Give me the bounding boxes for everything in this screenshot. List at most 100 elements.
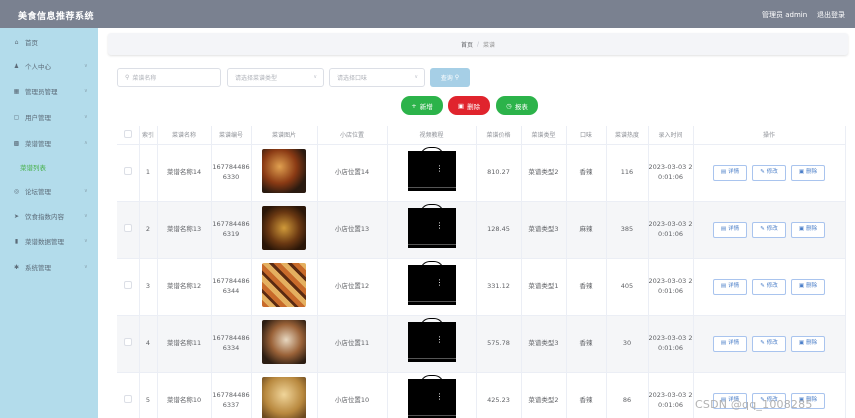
sidebar-item-label: 首页	[25, 39, 38, 47]
row-delete-button[interactable]: ▣ 删除	[791, 278, 825, 295]
taste-select[interactable]: 请选择口味 ∨	[329, 68, 425, 87]
chevron-down-icon: ∨	[313, 74, 317, 80]
detail-icon: ▤	[720, 169, 727, 176]
edit-label: 修改	[766, 169, 778, 176]
breadcrumb: 首页 / 菜谱	[108, 33, 848, 55]
cell-location: 小店位置12	[317, 258, 388, 316]
col-header: 录入时间	[648, 126, 694, 145]
cell-code: 1677844866334	[211, 315, 252, 373]
logout-link[interactable]: 退出登录	[817, 10, 845, 20]
row-delete-button[interactable]: ▣ 删除	[791, 335, 825, 352]
cell-index: 5	[139, 372, 158, 418]
delete-button[interactable]: ▣ 删除	[448, 96, 490, 115]
table-row: 1 菜谱名称14 1677844866330 小店位置14 ⋮ 810.27 菜…	[117, 144, 846, 202]
recipe-image[interactable]	[262, 262, 306, 307]
edit-button[interactable]: ✎ 修改	[752, 221, 786, 238]
app-title: 美食信息推荐系统	[18, 12, 95, 22]
cell-heat: 385	[606, 201, 649, 259]
row-checkbox[interactable]	[117, 201, 140, 259]
col-header: 索引	[139, 126, 158, 145]
row-checkbox[interactable]	[117, 372, 140, 418]
edit-button[interactable]: ✎ 修改	[752, 278, 786, 295]
cell-type: 菜谱类型3	[521, 201, 567, 259]
chevron-down-icon: ∨	[84, 63, 88, 69]
recipe-image[interactable]	[262, 148, 306, 193]
chevron-down-icon: ∨	[414, 74, 418, 80]
more-options-icon[interactable]: ⋮	[436, 278, 444, 287]
sidebar-item-diet-index[interactable]: ➤ 饮食指数内容 ∨	[0, 206, 98, 226]
cell-name: 菜谱名称13	[157, 201, 212, 259]
recipe-image[interactable]	[262, 319, 306, 364]
breadcrumb-home[interactable]: 首页	[461, 40, 473, 49]
query-button[interactable]: 查询 ⚲	[430, 68, 470, 87]
detail-button[interactable]: ▤ 详情	[713, 164, 747, 181]
col-header: 视频教程	[387, 126, 477, 145]
sidebar-subitem-recipe-list[interactable]: 菜谱列表	[0, 157, 98, 177]
row-delete-button[interactable]: ▣ 删除	[791, 164, 825, 181]
cell-taste: 香辣	[566, 144, 607, 202]
video-player[interactable]: ⋮	[407, 146, 456, 191]
row-checkbox[interactable]	[117, 144, 140, 202]
sidebar-item-profile[interactable]: ♟ 个人中心 ∨	[0, 56, 98, 76]
col-header: 小店位置	[317, 126, 388, 145]
home-icon: ⌂	[14, 38, 19, 46]
recipe-type-select[interactable]: 请选择菜谱类型 ∨	[227, 68, 324, 87]
delete-label: 删除	[467, 102, 481, 111]
sidebar-item-recipe-data[interactable]: ▮ 菜谱数据管理 ∨	[0, 231, 98, 251]
edit-button[interactable]: ✎ 修改	[752, 164, 786, 181]
detail-button[interactable]: ▤ 详情	[713, 335, 747, 352]
cell-type: 菜谱类型3	[521, 315, 567, 373]
cell-time: 2023-03-03 20:01:06	[648, 144, 694, 202]
user-icon: ♟	[13, 62, 20, 70]
sidebar-item-label: 个人中心	[25, 63, 51, 71]
sidebar-item-admins[interactable]: ▦ 管理员管理 ∨	[0, 81, 98, 101]
breadcrumb-separator: /	[476, 40, 480, 48]
sidebar-item-system[interactable]: ✱ 系统管理 ∨	[0, 257, 98, 277]
more-options-icon[interactable]: ⋮	[436, 221, 444, 230]
video-player[interactable]: ⋮	[407, 203, 456, 248]
sidebar-item-users[interactable]: ▢ 用户管理 ∨	[0, 107, 98, 127]
send-icon: ➤	[13, 212, 20, 220]
trash-icon: ▣	[798, 226, 805, 233]
sidebar-item-forum[interactable]: ◎ 论坛管理 ∨	[0, 181, 98, 201]
report-button[interactable]: ◷ 报表	[496, 96, 538, 115]
recipe-type-placeholder: 请选择菜谱类型	[235, 75, 278, 82]
more-options-icon[interactable]: ⋮	[436, 335, 444, 344]
detail-button[interactable]: ▤ 详情	[713, 278, 747, 295]
row-checkbox[interactable]	[117, 315, 140, 373]
cell-actions: ▤ 详情 ✎ 修改 ▣ 删除	[693, 201, 846, 259]
col-header: 菜谱价格	[476, 126, 522, 145]
row-checkbox[interactable]	[117, 258, 140, 316]
more-options-icon[interactable]: ⋮	[436, 164, 444, 173]
cell-time: 2023-03-03 20:01:06	[648, 315, 694, 373]
col-header: 操作	[693, 126, 846, 145]
cell-type: 菜谱类型2	[521, 144, 567, 202]
col-header: 菜谱热度	[606, 126, 649, 145]
recipe-image[interactable]	[262, 376, 306, 418]
video-player[interactable]: ⋮	[407, 317, 456, 362]
recipe-name-input[interactable]: ⚲ 菜谱名称	[117, 68, 221, 87]
more-options-icon[interactable]: ⋮	[436, 392, 444, 401]
select-all-checkbox[interactable]	[117, 126, 140, 145]
row-delete-button[interactable]: ▣ 删除	[791, 221, 825, 238]
query-label: 查询	[440, 75, 453, 82]
recipe-image[interactable]	[262, 205, 306, 250]
add-button[interactable]: + 新增	[401, 96, 443, 115]
col-header: 菜谱图片	[251, 126, 318, 145]
video-player[interactable]: ⋮	[407, 260, 456, 305]
cell-video: ⋮	[387, 258, 477, 316]
breadcrumb-current: 菜谱	[483, 41, 496, 49]
edit-button[interactable]: ✎ 修改	[752, 335, 786, 352]
cell-name: 菜谱名称10	[157, 372, 212, 418]
sidebar-item-home[interactable]: ⌂ 首页	[0, 32, 98, 52]
taste-placeholder: 请选择口味	[337, 75, 368, 82]
cell-code: 1677844866344	[211, 258, 252, 316]
video-player[interactable]: ⋮	[407, 374, 456, 418]
sidebar-item-recipes[interactable]: ▩ 菜谱管理 ∧	[0, 133, 98, 153]
chevron-down-icon: ∨	[84, 188, 88, 194]
cell-type: 菜谱类型1	[521, 258, 567, 316]
detail-button[interactable]: ▤ 详情	[713, 221, 747, 238]
cell-location: 小店位置10	[317, 372, 388, 418]
cell-name: 菜谱名称12	[157, 258, 212, 316]
watermark: CSDN @qq_1008285	[695, 398, 813, 411]
